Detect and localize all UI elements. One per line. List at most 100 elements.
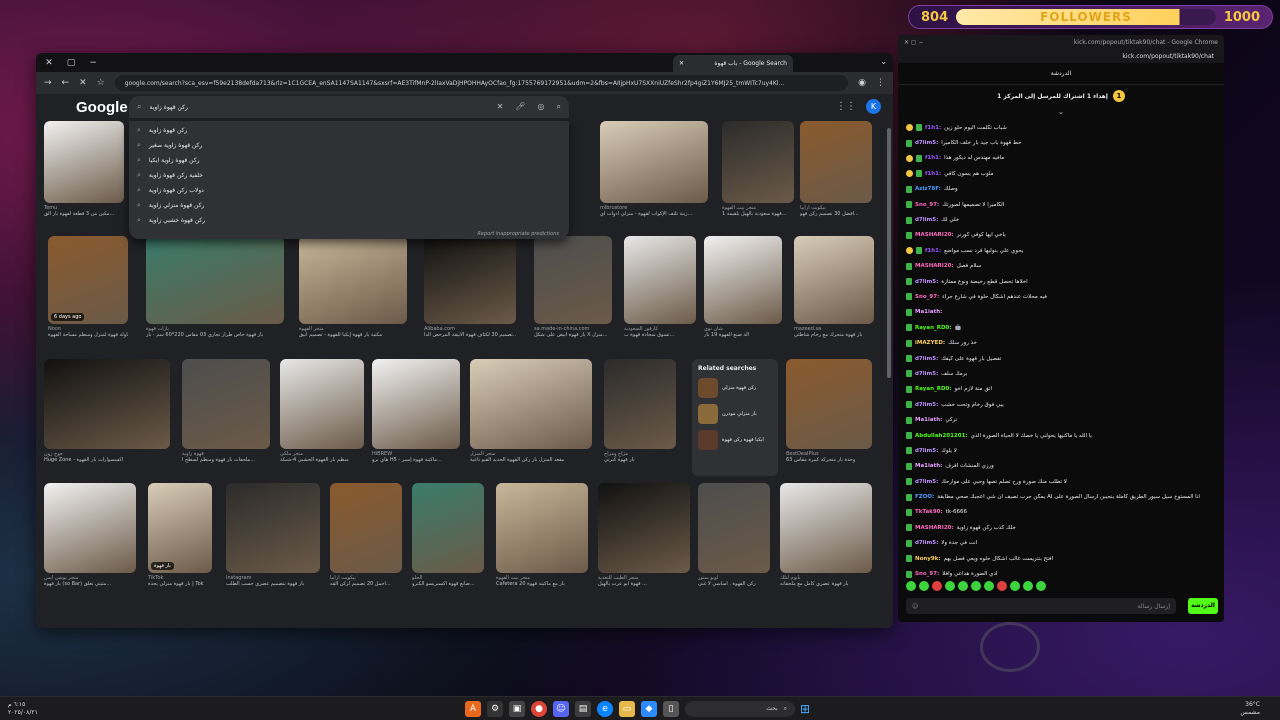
- result-thumbnail[interactable]: [44, 359, 170, 449]
- result-caption[interactable]: Cafetera 20 بار مع ماكينة قهوة: [496, 581, 588, 587]
- result-caption[interactable]: تسوق أثير طاولة قهوة لمنزل ومنظم مساحة ا…: [48, 332, 128, 338]
- image-result[interactable]: متجر المنزل مقعد المنزل بار ركن القهوة ال…: [470, 359, 592, 463]
- result-thumbnail[interactable]: [780, 483, 872, 573]
- app-icon[interactable]: ◆: [641, 700, 657, 717]
- image-result[interactable]: Alibaba.com تصميم 30 لكثاف قهوة الأنيقة ا…: [424, 236, 516, 338]
- chat-username[interactable]: Ma1iath:: [915, 417, 942, 423]
- chat-username[interactable]: Rayan_RD0:: [915, 386, 952, 392]
- apps-grid-icon[interactable]: ⋮⋮: [836, 101, 856, 112]
- image-result[interactable]: بار قهوة TikTok بار قهوة منزلي بجدة | Tok: [148, 483, 212, 587]
- suggestion-item[interactable]: ⌕ ركن قهوة زاوية: [129, 123, 569, 138]
- suggestion-item[interactable]: ⌕ خلفية ركن قهوة زاوية: [129, 168, 569, 183]
- result-thumbnail[interactable]: [372, 359, 460, 449]
- result-thumbnail[interactable]: [182, 359, 270, 449]
- chat-window-controls[interactable]: ✕ ▢ −: [904, 39, 924, 46]
- chat-username[interactable]: Ma1iath:: [915, 309, 942, 315]
- tab-google-search[interactable]: ✕ باب قهوة - Google Search: [673, 55, 793, 72]
- close-window-icon[interactable]: ✕: [42, 58, 56, 68]
- result-thumbnail[interactable]: [496, 483, 588, 573]
- related-item[interactable]: ايكيا قهوة ركن قهوة: [698, 430, 772, 450]
- extensions-icon[interactable]: ⋮: [876, 78, 885, 88]
- chat-username[interactable]: Abdullah201201:: [915, 433, 968, 439]
- chat-username[interactable]: Rayan_RD0:: [915, 325, 952, 331]
- result-caption[interactable]: بار قهوة منزلي بجدة | Tok: [148, 581, 212, 587]
- clear-search-icon[interactable]: ✕: [497, 102, 504, 112]
- result-caption[interactable]: بار قهوة كبرتي: [604, 457, 676, 463]
- chrome-icon[interactable]: ●: [531, 700, 547, 717]
- result-thumbnail[interactable]: [704, 236, 782, 324]
- image-result[interactable]: متجر بيت القهوة قهوة سعودية بالهيل بلقيمة…: [722, 121, 794, 217]
- chat-username[interactable]: d7lim5:: [915, 479, 938, 485]
- chat-username[interactable]: d7lim5:: [915, 448, 938, 454]
- result-caption[interactable]: وحدة بار متحركة كبيرة مقاس 63: [786, 457, 872, 463]
- app-icon[interactable]: ▣: [509, 700, 525, 717]
- chat-username[interactable]: d7lim5:: [915, 279, 938, 285]
- result-caption[interactable]: Huge Zone - اكسسوارات بار القهوة: [44, 457, 170, 463]
- windows-start-icon[interactable]: ⊞: [800, 702, 810, 716]
- related-item[interactable]: بار منزلي مودرن: [698, 404, 772, 424]
- image-result[interactable]: بيكويت أرابيا أفضل 30 تصميم ركن قهو...: [800, 121, 872, 217]
- image-result[interactable]: متجر القهوة مكتبة بار قهوة إيكيا للقهوة -…: [299, 236, 407, 338]
- result-caption[interactable]: ملحقات بار قهوة ومنظم لسطح ا...: [182, 457, 270, 463]
- result-caption[interactable]: بار قهوة متحرك مع رخام شاطئي: [794, 332, 874, 338]
- chat-username[interactable]: Nony9k:: [915, 556, 941, 562]
- tab-close-icon[interactable]: ✕: [679, 60, 684, 67]
- image-result[interactable]: متجر ملكي منظم بار القهوة الخشبي 4-شبكة: [280, 359, 364, 463]
- result-caption[interactable]: تسوق سجادة قهوة ب...: [624, 332, 696, 338]
- image-result[interactable]: بايوم لتلك بار قهوة عصري كامل مع ملحقاته: [780, 483, 872, 587]
- image-result[interactable]: Temu مكين من 3 قطعة لقهوة بار الق...: [44, 121, 124, 217]
- image-result[interactable]: mazeed.sa بار قهوة متحرك مع رخام شاطئي: [794, 236, 874, 338]
- reload-icon[interactable]: ✕: [79, 78, 87, 88]
- clock[interactable]: ٦:١٥ م ٢٠٢٥/٠٨/٢١: [8, 701, 38, 717]
- chat-username[interactable]: Sno_97:: [915, 571, 939, 577]
- chat-url[interactable]: kick.com/popout/tiktak90/chat: [1122, 53, 1214, 60]
- chat-username[interactable]: d7lim5:: [915, 356, 938, 362]
- result-thumbnail[interactable]: [624, 236, 696, 324]
- result-thumbnail[interactable]: [412, 483, 484, 573]
- result-thumbnail[interactable]: [786, 359, 872, 449]
- suggestion-item[interactable]: ⌕ دولاب ركن قهوة زاوية: [129, 183, 569, 198]
- image-result[interactable]: 6 days agoNoonتسوق أثير طاولة قهوة لمنزل…: [48, 236, 128, 338]
- chat-username[interactable]: TkTak90:: [915, 509, 943, 515]
- emote-bar[interactable]: [906, 581, 1046, 591]
- result-thumbnail[interactable]: [604, 359, 676, 449]
- result-caption[interactable]: مكتبة بار قهوة إيكيا للقهوة - تصميم أنيق: [299, 332, 407, 338]
- result-thumbnail[interactable]: [800, 121, 872, 203]
- image-result[interactable]: HiBREW هاي برو H5 - ماكينة قهوة إسبر...: [372, 359, 460, 463]
- chat-username[interactable]: f1h1:: [925, 248, 941, 254]
- page-scrollbar[interactable]: [887, 128, 891, 378]
- result-caption[interactable]: مكين من 3 قطعة لقهوة بار الق...: [44, 211, 124, 217]
- image-result[interactable]: شان نوي آلة صنع القهوة 19 بار: [704, 236, 782, 338]
- minimize-window-icon[interactable]: −: [86, 58, 100, 68]
- url-field[interactable]: google.com/search?sca_esv=f59e2138defda7…: [114, 75, 849, 91]
- image-result[interactable]: BestDealPlus وحدة بار متحركة كبيرة مقاس 6…: [786, 359, 872, 463]
- result-caption[interactable]: منظم بار القهوة الخشبي 4-شبكة: [280, 457, 364, 463]
- chat-send-button[interactable]: الدردشة: [1188, 598, 1218, 614]
- image-result[interactable]: بيكويت أرابيا أجمل 20 تصميم لركن القه...: [330, 483, 402, 587]
- chat-username[interactable]: d7lim5:: [915, 540, 938, 546]
- suggestion-item[interactable]: ⌕ ركن قهوة منزلي زاوية: [129, 198, 569, 213]
- result-thumbnail[interactable]: [794, 236, 874, 324]
- result-thumbnail[interactable]: 6 days ago: [48, 236, 128, 324]
- chat-username[interactable]: f1h1:: [925, 125, 941, 131]
- result-thumbnail[interactable]: [330, 483, 402, 573]
- profile-icon[interactable]: ◉: [858, 78, 866, 88]
- suggestion-item[interactable]: ⌕ ركن قهوة زاوية ايكيا: [129, 153, 569, 168]
- result-thumbnail[interactable]: [280, 359, 364, 449]
- image-result[interactable]: مزاج ومزاج بار قهوة كبرتي: [604, 359, 676, 463]
- chat-username[interactable]: Sno_97:: [915, 294, 939, 300]
- report-predictions-link[interactable]: Report inappropriate predictions: [477, 231, 559, 237]
- maximize-window-icon[interactable]: ▢: [64, 58, 78, 68]
- edge-icon[interactable]: e: [597, 700, 613, 717]
- result-thumbnail[interactable]: [146, 236, 284, 324]
- image-result[interactable]: متجر بيت القهوة Cafetera 20 بار مع ماكينة…: [496, 483, 588, 587]
- image-result[interactable]: جوج زون Huge Zone - اكسسوارات بار القهوة: [44, 359, 170, 463]
- image-result[interactable]: قهوة زاوية ملحقات بار قهوة ومنظم لسطح ا..…: [182, 359, 270, 463]
- result-thumbnail[interactable]: [226, 483, 320, 573]
- search-box[interactable]: ⌕ ركن قهوة زاوية ✕ 🎤︎ ◎ ⌕: [129, 96, 569, 118]
- result-caption[interactable]: بار قهوة أبيض على شكل X منزل...: [534, 332, 612, 338]
- result-caption[interactable]: بار قهوة خاص طراز تجاري 03 مقاس 220*60 س…: [146, 332, 284, 338]
- result-caption[interactable]: زينة تلتف الإكواب لقهوة - منزلي أدوات اي…: [600, 211, 708, 217]
- account-avatar[interactable]: K: [866, 99, 881, 114]
- chat-username[interactable]: MASHARI20:: [915, 525, 954, 531]
